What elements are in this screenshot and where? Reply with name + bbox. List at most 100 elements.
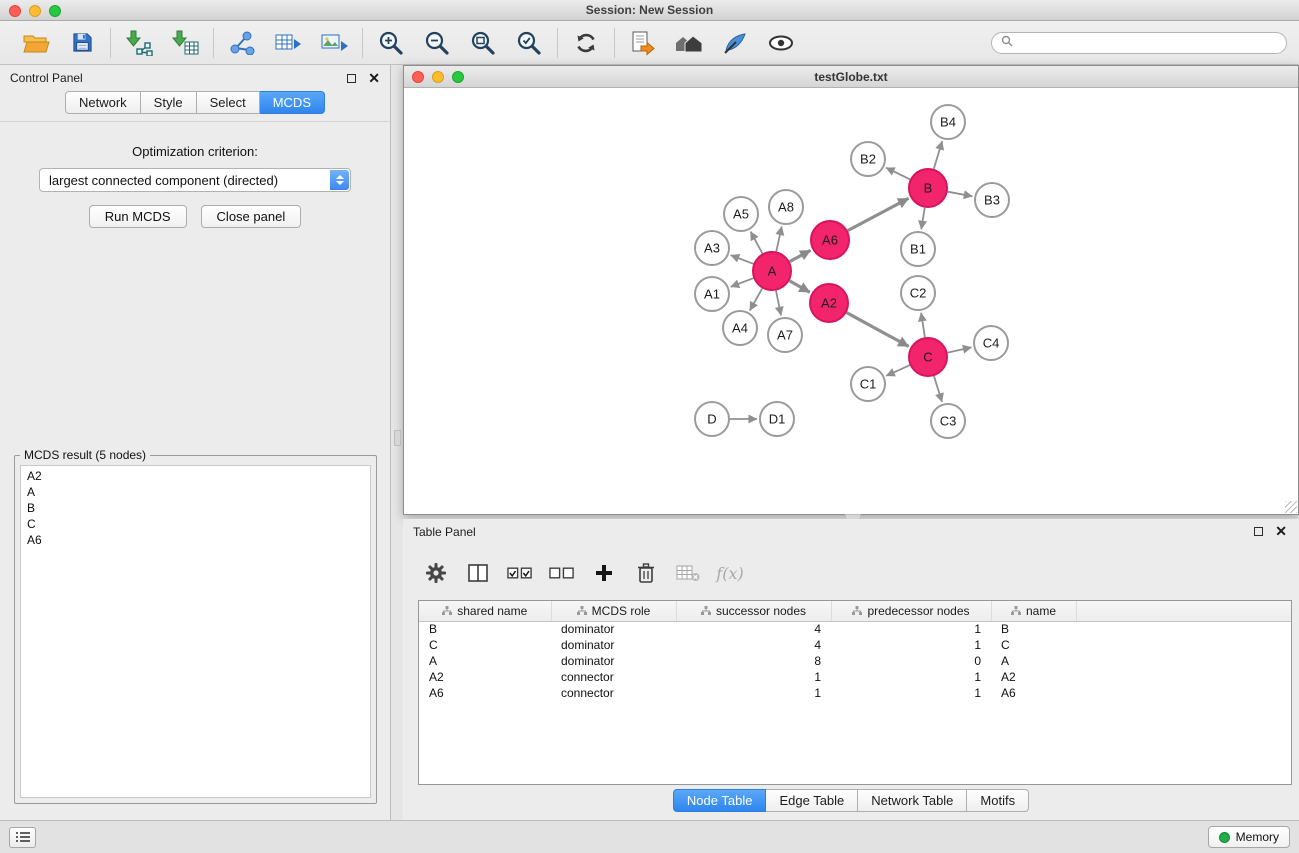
graph-node-C[interactable]: C	[909, 338, 947, 376]
graph-node-B3[interactable]: B3	[975, 183, 1009, 217]
graph-node-B[interactable]: B	[909, 169, 947, 207]
tab-network-table[interactable]: Network Table	[858, 789, 967, 812]
save-session-icon[interactable]	[67, 29, 97, 57]
edge-A-A8[interactable]	[776, 227, 781, 252]
graph-node-B2[interactable]: B2	[851, 142, 885, 176]
result-item[interactable]: B	[21, 500, 370, 516]
graph-node-A[interactable]: A	[753, 252, 791, 290]
edge-C-C1[interactable]	[886, 365, 910, 376]
edge-B-B1[interactable]	[921, 208, 925, 230]
tab-motifs[interactable]: Motifs	[967, 789, 1029, 812]
result-item[interactable]: A2	[21, 468, 370, 484]
edge-A-A4[interactable]	[750, 288, 762, 310]
show-columns-icon[interactable]	[465, 560, 491, 586]
edge-C-C4[interactable]	[948, 347, 972, 352]
column-header-MCDS-role[interactable]: MCDS role	[551, 601, 676, 621]
edge-A-A6[interactable]	[790, 250, 811, 261]
graph-node-C2[interactable]: C2	[901, 276, 935, 310]
select-all-icon[interactable]	[507, 560, 533, 586]
tab-edge-table[interactable]: Edge Table	[766, 789, 858, 812]
criterion-dropdown[interactable]: largest connected component (directed)	[39, 168, 351, 192]
column-header-name[interactable]: name	[991, 601, 1076, 621]
refresh-layout-icon[interactable]	[571, 29, 601, 57]
run-mcds-button[interactable]: Run MCDS	[89, 205, 187, 228]
close-window-icon[interactable]	[9, 5, 21, 17]
network-maximize-icon[interactable]	[452, 71, 464, 83]
zoom-fit-icon[interactable]	[468, 29, 498, 57]
edge-A-A5[interactable]	[751, 232, 763, 254]
column-header-shared-name[interactable]: shared name	[419, 601, 551, 621]
network-close-icon[interactable]	[412, 71, 424, 83]
network-canvas[interactable]: B4B2BB3A5A8A6A3B1AC2A1A2A4A7C4CC1C3DD1	[404, 89, 1298, 514]
export-image-icon[interactable]	[319, 29, 349, 57]
graph-node-C1[interactable]: C1	[851, 367, 885, 401]
edge-A-A1[interactable]	[731, 278, 754, 287]
table-close-icon[interactable]: ✕	[1275, 526, 1287, 536]
deselect-all-icon[interactable]	[549, 560, 575, 586]
tab-node-table[interactable]: Node Table	[673, 789, 767, 812]
close-panel-button[interactable]: Close panel	[201, 205, 302, 228]
graph-node-A3[interactable]: A3	[695, 231, 729, 265]
table-row[interactable]: Bdominator41B	[419, 621, 1291, 637]
paint-icon[interactable]	[720, 29, 750, 57]
graph-node-B4[interactable]: B4	[931, 105, 965, 139]
graph-node-B1[interactable]: B1	[901, 232, 935, 266]
edge-A2-C[interactable]	[847, 313, 909, 347]
edge-A6-B[interactable]	[848, 198, 909, 230]
graph-node-C4[interactable]: C4	[974, 326, 1008, 360]
zoom-in-icon[interactable]	[376, 29, 406, 57]
result-item[interactable]: C	[21, 516, 370, 532]
maximize-window-icon[interactable]	[49, 5, 61, 17]
table-float-icon[interactable]	[1254, 527, 1263, 536]
graph-node-A2[interactable]: A2	[810, 284, 848, 322]
column-header-successor-nodes[interactable]: successor nodes	[676, 601, 831, 621]
minimize-window-icon[interactable]	[29, 5, 41, 17]
graph-node-D1[interactable]: D1	[760, 402, 794, 436]
tab-mcds[interactable]: MCDS	[260, 91, 325, 114]
memory-button[interactable]: Memory	[1208, 826, 1290, 848]
tab-select[interactable]: Select	[197, 91, 260, 114]
delete-table-icon[interactable]	[675, 560, 701, 586]
table-row[interactable]: A2connector11A2	[419, 669, 1291, 685]
edge-B-B2[interactable]	[886, 168, 910, 180]
copy-document-icon[interactable]	[628, 29, 658, 57]
graph-node-A7[interactable]: A7	[768, 318, 802, 352]
graph-node-A4[interactable]: A4	[723, 311, 757, 345]
graph-node-A5[interactable]: A5	[724, 197, 758, 231]
graph-node-A8[interactable]: A8	[769, 190, 803, 224]
graph-node-A1[interactable]: A1	[695, 277, 729, 311]
zoom-selected-icon[interactable]	[514, 29, 544, 57]
splitter-vertical-grip[interactable]	[394, 430, 401, 446]
function-builder-icon[interactable]: f(x)	[717, 560, 743, 586]
close-panel-icon[interactable]: ✕	[368, 73, 380, 83]
table-row[interactable]: Cdominator41C	[419, 637, 1291, 653]
import-network-icon[interactable]	[124, 29, 154, 57]
tab-style[interactable]: Style	[141, 91, 197, 114]
edge-A-A2[interactable]	[789, 281, 809, 292]
table-row[interactable]: A6connector11A6	[419, 685, 1291, 701]
edge-A-A3[interactable]	[731, 255, 754, 264]
new-table-icon[interactable]	[273, 29, 303, 57]
network-minimize-icon[interactable]	[432, 71, 444, 83]
home-icon[interactable]	[674, 29, 704, 57]
zoom-out-icon[interactable]	[422, 29, 452, 57]
edge-B-B3[interactable]	[948, 192, 973, 197]
table-row[interactable]: Adominator80A	[419, 653, 1291, 669]
open-session-icon[interactable]	[21, 29, 51, 57]
resize-grip[interactable]	[1285, 501, 1297, 513]
network-graph[interactable]: B4B2BB3A5A8A6A3B1AC2A1A2A4A7C4CC1C3DD1	[404, 89, 1298, 515]
column-header-predecessor-nodes[interactable]: predecessor nodes	[831, 601, 991, 621]
edge-B-B4[interactable]	[934, 141, 942, 169]
tab-network[interactable]: Network	[65, 91, 141, 114]
task-history-button[interactable]	[9, 827, 36, 848]
mcds-result-list[interactable]: A2ABCA6	[20, 465, 371, 798]
import-table-icon[interactable]	[170, 29, 200, 57]
graph-node-C3[interactable]: C3	[931, 404, 965, 438]
settings-gear-icon[interactable]	[423, 560, 449, 586]
new-network-icon[interactable]	[227, 29, 257, 57]
search-box[interactable]	[991, 32, 1287, 54]
result-item[interactable]: A6	[21, 532, 370, 548]
add-column-icon[interactable]	[591, 560, 617, 586]
result-item[interactable]: A	[21, 484, 370, 500]
eye-icon[interactable]	[766, 29, 796, 57]
